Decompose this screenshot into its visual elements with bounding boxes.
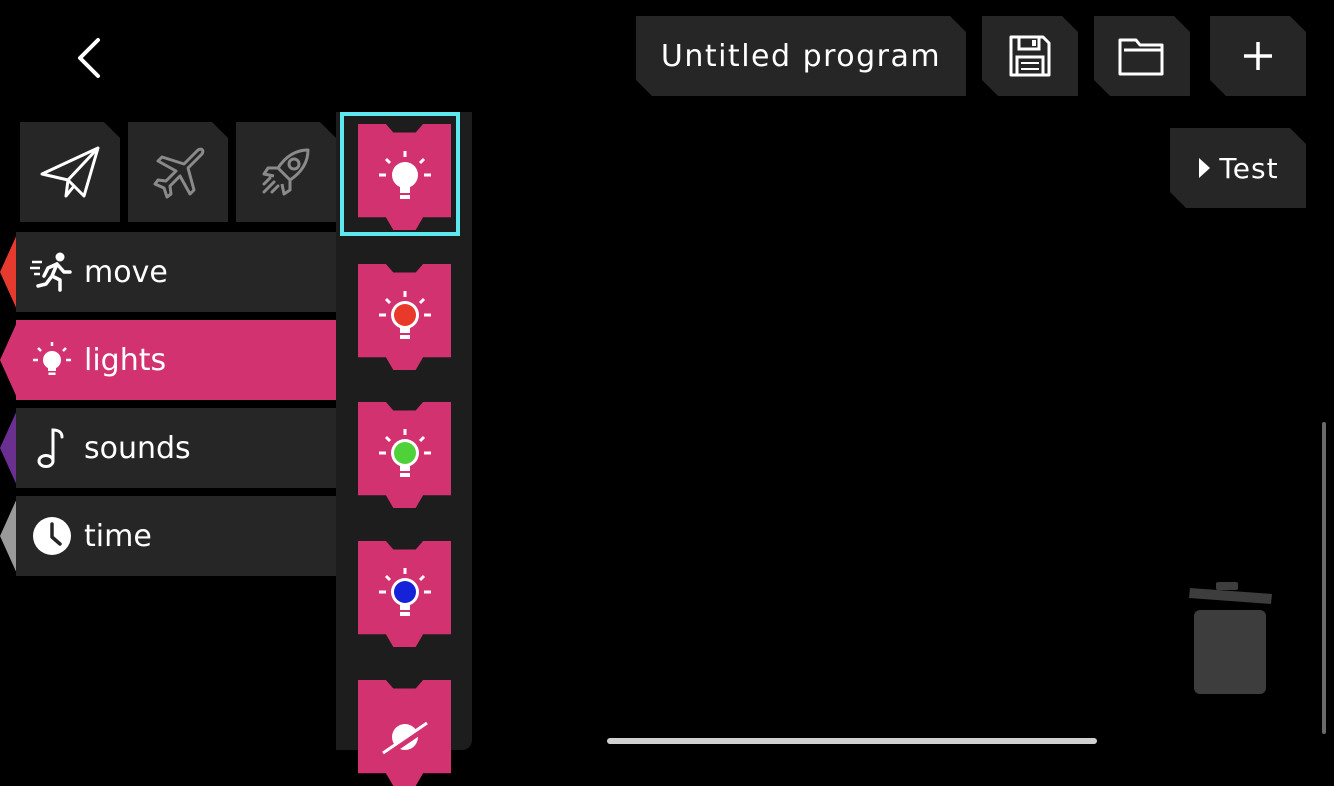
rocket-icon [256, 142, 316, 202]
vertical-scrollbar[interactable] [1322, 422, 1326, 734]
folder-icon [1116, 34, 1168, 78]
running-person-icon [30, 250, 74, 294]
lightbulb-red-icon [378, 291, 431, 339]
save-button[interactable] [982, 16, 1078, 96]
floppy-disk-icon [1006, 32, 1054, 80]
lightbulb-icon [30, 338, 74, 382]
lightbulb-blue-icon [378, 568, 431, 616]
program-title-button[interactable]: Untitled program [636, 16, 966, 96]
device-tile-paper-plane[interactable] [20, 122, 120, 222]
category-time[interactable]: time [0, 496, 336, 576]
play-triangle-icon [1197, 157, 1211, 179]
plus-icon [1240, 38, 1276, 74]
category-label: sounds [84, 430, 191, 466]
block-light-blue[interactable] [358, 541, 451, 647]
open-folder-button[interactable] [1094, 16, 1190, 96]
airplane-icon [148, 142, 208, 202]
block-light-off[interactable] [358, 680, 451, 786]
clock-icon [30, 514, 74, 558]
new-program-button[interactable] [1210, 16, 1306, 96]
test-button[interactable]: Test [1170, 128, 1306, 208]
block-light-red[interactable] [358, 264, 451, 370]
chevron-left-icon [78, 38, 100, 78]
back-button[interactable] [60, 28, 120, 88]
program-title: Untitled program [660, 38, 942, 74]
test-button-label: Test [1219, 151, 1279, 185]
lightbulb-off-icon [380, 721, 429, 760]
category-label: move [84, 254, 168, 290]
category-move[interactable]: move [0, 232, 336, 312]
category-sounds[interactable]: sounds [0, 408, 336, 488]
category-label: time [84, 518, 152, 554]
music-note-icon [30, 426, 74, 470]
selected-block-highlight [340, 112, 460, 236]
device-tile-rocket[interactable] [236, 122, 336, 222]
device-tile-airplane[interactable] [128, 122, 228, 222]
home-indicator[interactable] [607, 738, 1097, 744]
trash-can-icon[interactable] [1186, 580, 1276, 696]
category-lights[interactable]: lights [0, 320, 336, 400]
category-label: lights [84, 342, 167, 378]
lightbulb-green-icon [378, 429, 431, 477]
paper-plane-icon [38, 140, 102, 204]
block-light-green[interactable] [358, 402, 451, 508]
